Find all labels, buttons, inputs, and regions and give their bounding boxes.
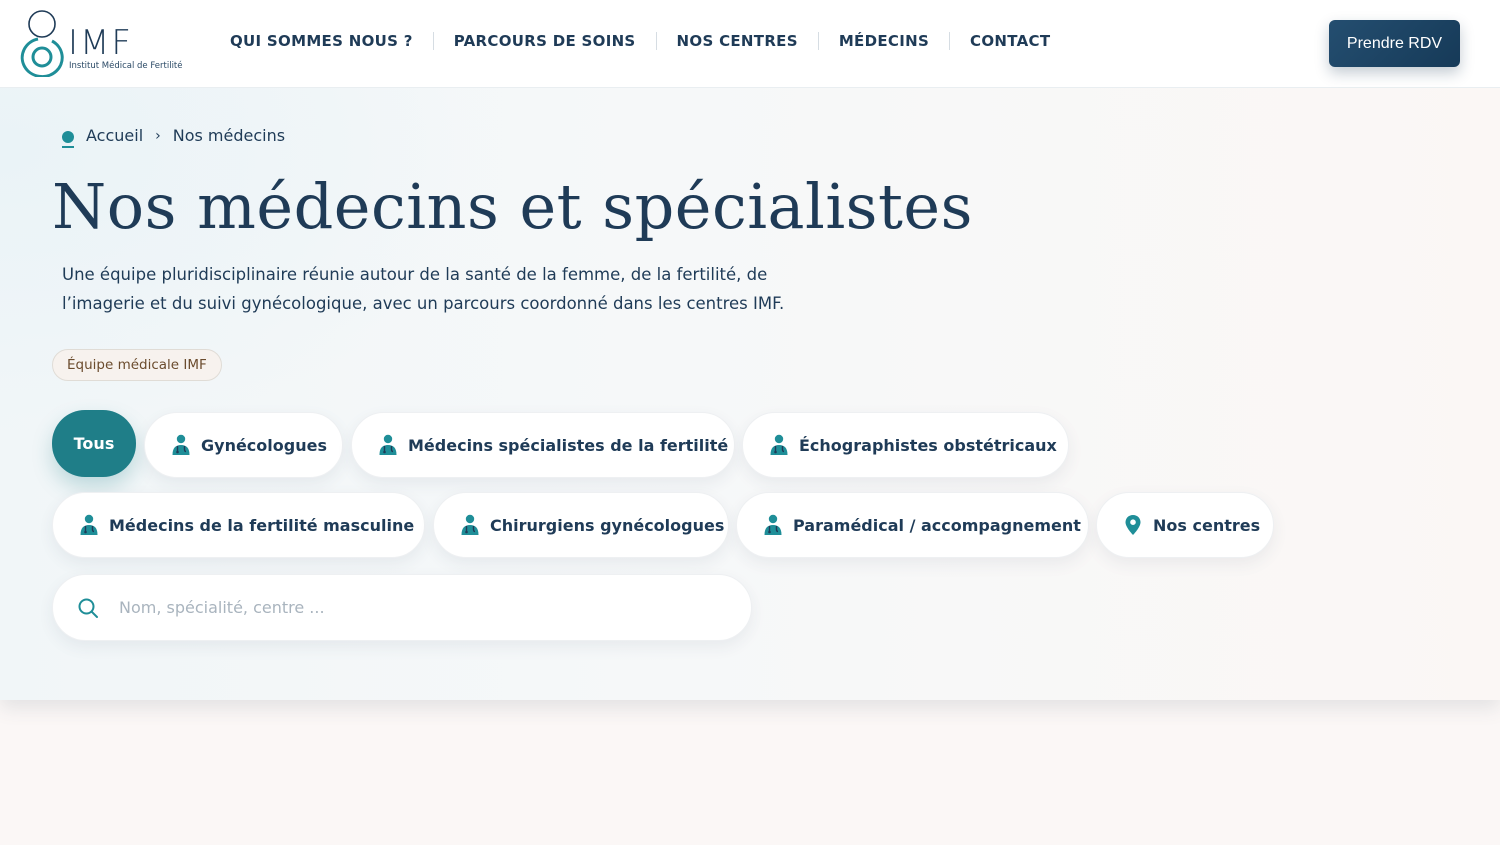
nav-divider	[817, 32, 819, 50]
filter-chip-echographistes[interactable]: Échographistes obstétricaux	[742, 412, 1069, 478]
filter-chip-fertilite-masculine[interactable]: Médecins de la fertilité masculine	[52, 492, 425, 558]
logo-subtitle: Institut Médical de Fertilité	[69, 61, 183, 71]
logo-text: IMF	[68, 23, 133, 63]
nav-divider	[432, 32, 434, 50]
location-pin-icon	[1125, 515, 1141, 535]
nav-item-contact[interactable]: CONTACT	[970, 32, 1050, 50]
team-badge: Équipe médicale IMF	[52, 349, 222, 381]
prendre-rdv-button[interactable]: Prendre RDV	[1329, 20, 1460, 67]
filter-chip-label: Chirurgiens gynécologues	[490, 515, 725, 535]
logo-mark-icon	[20, 10, 64, 77]
intro-text: Une équipe pluridisciplinaire réunie aut…	[62, 260, 862, 318]
main-nav: QUI SOMMES NOUS ? PARCOURS DE SOINS NOS …	[230, 32, 1050, 50]
doctor-icon	[770, 434, 788, 455]
search-input[interactable]	[119, 598, 719, 617]
filter-chip-tous[interactable]: Tous	[52, 410, 136, 477]
filter-chip-label: Médecins de la fertilité masculine	[109, 515, 415, 535]
doctor-icon	[764, 514, 782, 535]
doctor-icon	[461, 514, 479, 535]
imf-logo[interactable]: IMF Institut Médical de Fertilité	[18, 9, 198, 79]
search-box	[52, 574, 752, 641]
page-title: Nos médecins et spécialistes	[52, 170, 973, 243]
doctor-icon	[80, 514, 98, 535]
filter-chip-gynecologues[interactable]: Gynécologues	[144, 412, 343, 478]
site-header: IMF Institut Médical de Fertilité QUI SO…	[0, 0, 1500, 88]
breadcrumb-current: Nos médecins	[172, 126, 286, 145]
filter-chip-fertilite[interactable]: Médecins spécialistes de la fertilité	[351, 412, 735, 478]
nav-item-parcours-de-soins[interactable]: PARCOURS DE SOINS	[454, 32, 636, 50]
nav-item-nos-centres[interactable]: NOS CENTRES	[677, 32, 798, 50]
intro-line-2: l’imagerie et du suivi gynécologique, av…	[62, 294, 785, 313]
filter-chip-label: Gynécologues	[201, 435, 327, 455]
breadcrumb: Accueil › Nos médecins	[62, 126, 286, 148]
filter-chip-label: Nos centres	[1153, 515, 1261, 535]
filter-chip-label: Paramédical / accompagnement	[793, 515, 1081, 535]
doctor-icon	[379, 434, 397, 455]
breadcrumb-home-link[interactable]: Accueil	[86, 126, 143, 145]
nav-item-qui-sommes-nous[interactable]: QUI SOMMES NOUS ?	[230, 32, 413, 50]
filter-chip-label: Médecins spécialistes de la fertilité	[408, 435, 729, 455]
filter-chip-label: Échographistes obstétricaux	[799, 435, 1057, 455]
breadcrumb-separator: ›	[155, 127, 161, 144]
intro-line-1: Une équipe pluridisciplinaire réunie aut…	[62, 265, 768, 284]
filter-chip-paramedical[interactable]: Paramédical / accompagnement	[736, 492, 1089, 558]
filter-chip-nos-centres[interactable]: Nos centres	[1096, 492, 1274, 558]
hero-section: Accueil › Nos médecins Nos médecins et s…	[0, 88, 1500, 700]
search-icon	[78, 598, 98, 618]
nav-item-medecins[interactable]: MÉDECINS	[839, 32, 929, 50]
filter-chip-chirurgiens[interactable]: Chirurgiens gynécologues	[433, 492, 729, 558]
nav-divider	[949, 32, 951, 50]
filter-chip-label: Tous	[73, 434, 115, 453]
doctor-icon	[172, 434, 190, 455]
nav-divider	[655, 32, 657, 50]
home-icon	[62, 130, 74, 148]
